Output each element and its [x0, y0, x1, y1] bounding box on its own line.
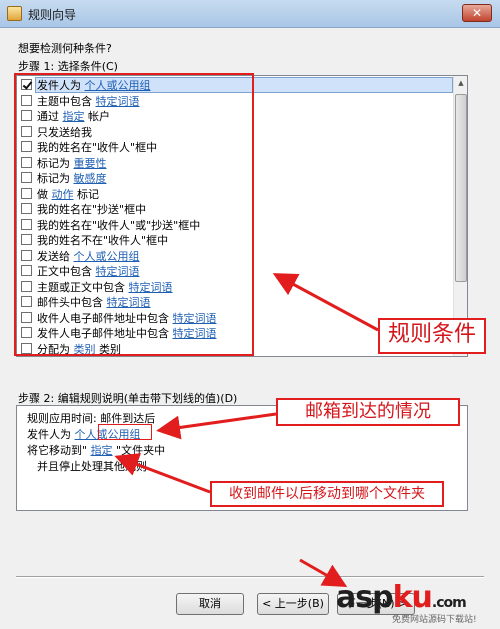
- question-text: 想要检测何种条件?: [18, 42, 112, 55]
- desc-line-move: 将它移动到" 指定 "文件夹中: [27, 442, 165, 458]
- desc-move-suffix: "文件夹中: [112, 444, 166, 457]
- button-separator: [16, 576, 484, 577]
- wizard-app-icon: [7, 6, 22, 21]
- back-button[interactable]: < 上一步(B): [257, 593, 329, 615]
- conditions-highlight-box: [14, 73, 254, 356]
- desc-sender-prefix: 发件人为: [27, 428, 75, 441]
- close-button[interactable]: ✕: [462, 4, 492, 22]
- step1-label: 步骤 1: 选择条件(C): [18, 60, 118, 73]
- step2-label: 步骤 2: 编辑规则说明(单击带下划线的值)(D): [18, 392, 238, 405]
- desc-folder-link[interactable]: 指定: [91, 444, 113, 457]
- conditions-scrollbar[interactable]: ▲ ▼: [453, 76, 467, 356]
- cancel-button[interactable]: 取消: [176, 593, 244, 615]
- window-title: 规则向导: [28, 8, 77, 22]
- scrollbar-thumb[interactable]: [455, 94, 467, 282]
- scroll-up-arrow-icon[interactable]: ▲: [455, 77, 467, 89]
- watermark-text-b: ku: [392, 580, 433, 615]
- desc-line-stop: 并且停止处理其他规则: [37, 460, 147, 473]
- desc-move-prefix: 将它移动到": [27, 444, 91, 457]
- watermark-tld: .com: [431, 595, 467, 611]
- annotation-move-folder: 收到邮件以后移动到哪个文件夹: [210, 481, 444, 507]
- watermark-logo: aspku.com: [336, 580, 467, 615]
- title-bar: 规则向导 ✕: [0, 0, 500, 28]
- annotation-rule-conditions: 规则条件: [378, 318, 486, 354]
- annotation-mail-arrival: 邮箱到达的情况: [276, 398, 460, 426]
- sender-link-highlight-box: [98, 424, 152, 440]
- watermark-subtitle: 免费网站源码下载站!: [392, 615, 477, 625]
- watermark-text-a: asp: [336, 580, 394, 615]
